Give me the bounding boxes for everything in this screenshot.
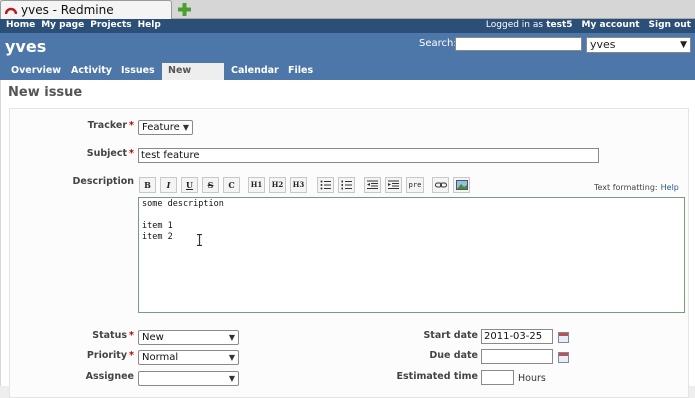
estimated-time-input[interactable] (481, 370, 514, 385)
strikethrough-button[interactable]: S (202, 177, 219, 193)
required-marker: * (129, 330, 134, 341)
status-select[interactable]: New ▼ (138, 330, 239, 345)
required-marker: * (129, 350, 134, 361)
tracker-select[interactable]: Feature ▼ (138, 120, 193, 135)
subject-label: Subject * (86, 148, 134, 159)
tab-activity[interactable]: Activity (67, 63, 116, 80)
priority-value: Normal (142, 352, 179, 363)
required-marker: * (129, 120, 134, 131)
search-input[interactable] (455, 37, 582, 51)
project-jump-value: yves (590, 38, 616, 51)
heading2-button[interactable]: H2 (269, 177, 286, 193)
code-button[interactable]: C (223, 177, 240, 193)
status-label: Status * (92, 330, 134, 341)
bold-button[interactable]: B (139, 177, 156, 193)
tracker-value: Feature (142, 122, 180, 133)
outdent-button[interactable] (364, 177, 381, 193)
tab-new-issue[interactable]: New issue (162, 63, 224, 92)
underline-button[interactable]: U (181, 177, 198, 193)
bullet-list-icon (320, 180, 331, 190)
top-menu-my-page[interactable]: My page (41, 20, 84, 30)
assignee-select[interactable]: ▼ (138, 371, 239, 386)
start-date-input[interactable]: 2011-03-25 (481, 329, 553, 344)
chevron-down-icon: ▼ (228, 353, 235, 362)
priority-select[interactable]: Normal ▼ (138, 350, 239, 365)
estimated-time-label: Estimated time (396, 371, 478, 382)
assignee-label: Assignee (85, 371, 134, 382)
tab-overview[interactable]: Overview (7, 63, 65, 80)
start-date-label: Start date (423, 330, 478, 341)
indent-more-icon (388, 180, 399, 189)
indent-less-icon (367, 180, 378, 189)
logged-in-prefix: Logged in as (485, 20, 544, 30)
my-account-link[interactable]: My account (582, 20, 640, 30)
top-menu-projects[interactable]: Projects (90, 20, 131, 30)
subject-input[interactable]: test feature (138, 148, 599, 163)
tracker-label: Tracker * (87, 120, 134, 131)
description-textarea[interactable]: some description item 1 item 2 (138, 197, 685, 313)
image-button[interactable] (453, 177, 470, 193)
sign-out-link[interactable]: Sign out (649, 20, 691, 30)
numbered-list-icon (341, 180, 352, 190)
page-title: New issue (8, 85, 83, 100)
project-title[interactable]: yves (5, 37, 46, 56)
required-marker: * (129, 148, 134, 159)
text-formatting-help-link[interactable]: Help (661, 183, 679, 192)
link-button[interactable] (432, 177, 449, 193)
text-formatting: Text formatting: Help (594, 183, 679, 192)
project-jump-select[interactable]: yves ▼ (586, 37, 691, 53)
heading1-button[interactable]: H1 (248, 177, 265, 193)
chevron-down-icon: ▼ (228, 374, 235, 383)
calendar-icon[interactable] (558, 332, 569, 343)
link-icon (434, 182, 447, 188)
chevron-down-icon: ▼ (680, 40, 687, 50)
hours-unit-label: Hours (518, 373, 546, 384)
tab-issues[interactable]: Issues (117, 63, 159, 80)
tab-files[interactable]: Files (284, 63, 317, 80)
description-label: Description (72, 176, 134, 187)
image-icon (455, 180, 468, 190)
italic-button[interactable]: I (160, 177, 177, 193)
unordered-list-button[interactable] (317, 177, 334, 193)
indent-button[interactable] (385, 177, 402, 193)
browser-tab-bar: yves - Redmine (0, 0, 695, 19)
tab-calendar[interactable]: Calendar (227, 63, 283, 80)
browser-tab-title: yves - Redmine (21, 3, 114, 17)
header: yves Search: yves ▼ (0, 33, 695, 63)
ordered-list-button[interactable] (338, 177, 355, 193)
new-tab-plus-icon[interactable] (177, 2, 192, 17)
heading3-button[interactable]: H3 (290, 177, 307, 193)
redmine-favicon-icon (5, 7, 17, 15)
top-menu: Home My page Projects Help Logged in as … (0, 19, 695, 33)
due-date-input[interactable] (481, 349, 553, 364)
search-label: Search: (419, 38, 457, 49)
due-date-label: Due date (429, 350, 478, 361)
main-menu: Overview Activity Issues New issue Calen… (0, 63, 695, 92)
calendar-icon[interactable] (558, 352, 569, 363)
top-menu-help[interactable]: Help (138, 20, 161, 30)
logged-in-user[interactable]: test5 (546, 20, 572, 30)
chevron-down-icon: ▼ (182, 123, 189, 132)
text-cursor-icon (197, 234, 202, 246)
top-menu-home[interactable]: Home (6, 20, 35, 30)
priority-label: Priority * (86, 350, 134, 361)
text-formatting-label: Text formatting: (594, 183, 658, 192)
chevron-down-icon: ▼ (228, 333, 235, 342)
browser-tab[interactable]: yves - Redmine (0, 0, 172, 19)
preformatted-button[interactable]: pre (406, 177, 424, 193)
status-value: New (142, 332, 164, 343)
